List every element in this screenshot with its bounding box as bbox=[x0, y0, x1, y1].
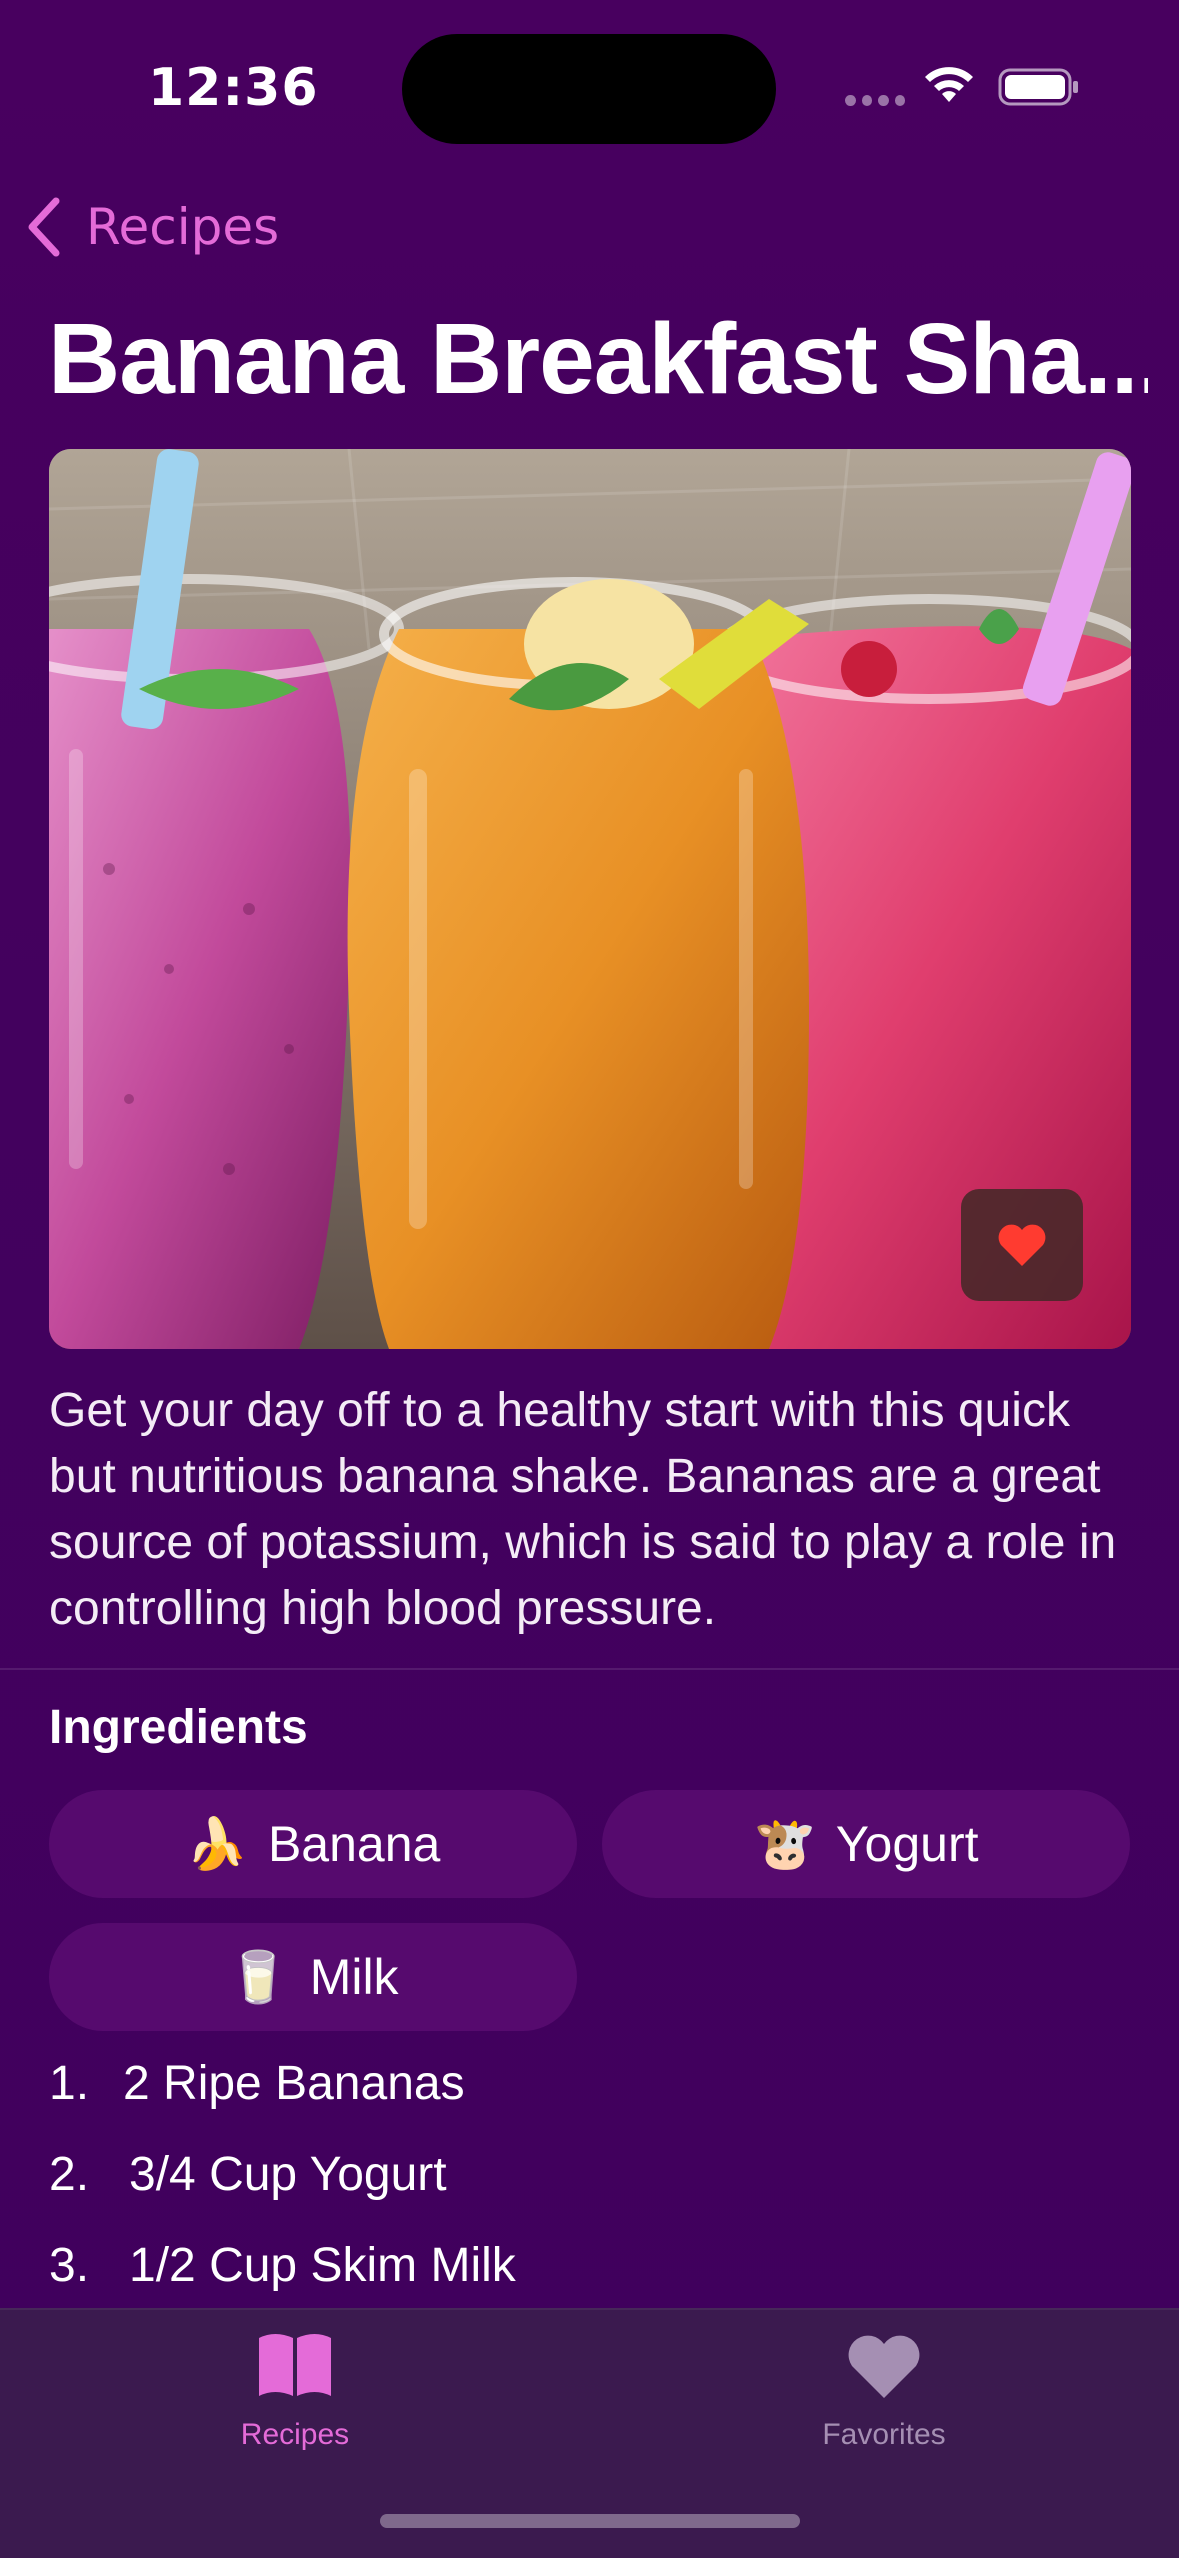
recipe-image bbox=[49, 449, 1131, 1349]
ingredient-chip-yogurt[interactable]: 🐮 Yogurt bbox=[602, 1790, 1130, 1898]
list-item-text: 2 Ripe Bananas bbox=[123, 2057, 465, 2110]
tab-label: Favorites bbox=[822, 2418, 946, 2451]
list-item: 2. 3/4 Cup Yogurt bbox=[49, 2147, 516, 2238]
recipe-description: Get your day off to a healthy start with… bbox=[49, 1384, 1117, 1635]
list-item-number: 1. bbox=[49, 2057, 90, 2110]
tab-favorites[interactable]: Favorites bbox=[734, 2330, 1034, 2480]
list-item: 1. 2 Ripe Bananas bbox=[49, 2056, 516, 2147]
status-time: 12:36 bbox=[148, 58, 319, 118]
chip-label: Banana bbox=[267, 1816, 441, 1872]
heart-icon bbox=[848, 2335, 920, 2398]
tab-label: Recipes bbox=[240, 2418, 350, 2451]
cow-icon: 🐮 bbox=[753, 1816, 816, 1872]
wifi-icon bbox=[925, 67, 973, 102]
list-item-number: 3. bbox=[49, 2239, 90, 2292]
list-item-number: 2. bbox=[49, 2148, 90, 2201]
recipe-detail-screen: 12:36 Recipes Banana Breakfast Sha... Ge… bbox=[0, 0, 1179, 2558]
page-title: Banana Breakfast Sha... bbox=[48, 303, 1148, 415]
banana-icon: 🍌 bbox=[185, 1816, 248, 1872]
cellular-signal-icon bbox=[845, 95, 905, 107]
dynamic-island bbox=[402, 34, 776, 144]
back-button-label: Recipes bbox=[86, 198, 280, 256]
book-icon bbox=[259, 2334, 331, 2396]
ingredient-chip-milk[interactable]: 🥛 Milk bbox=[49, 1923, 577, 2031]
list-item-text: 1/2 Cup Skim Milk bbox=[129, 2239, 516, 2292]
back-button[interactable]: Recipes bbox=[26, 192, 279, 262]
list-item-text: 3/4 Cup Yogurt bbox=[129, 2148, 447, 2201]
battery-full-icon bbox=[998, 68, 1078, 106]
favorite-toggle[interactable] bbox=[961, 1189, 1083, 1301]
milk-glass-icon: 🥛 bbox=[227, 1949, 290, 2005]
chip-label: Milk bbox=[309, 1949, 399, 2005]
chevron-left-icon bbox=[28, 197, 60, 257]
ingredient-chip-banana[interactable]: 🍌 Banana bbox=[49, 1790, 577, 1898]
heart-filled-icon bbox=[998, 1224, 1046, 1266]
divider bbox=[0, 1668, 1179, 1670]
ingredient-list: 1. 2 Ripe Bananas 2. 3/4 Cup Yogurt 3. 1… bbox=[49, 2056, 516, 2329]
chip-label: Yogurt bbox=[835, 1816, 979, 1872]
status-bar: 12:36 bbox=[0, 0, 1179, 160]
home-indicator bbox=[380, 2514, 800, 2528]
ingredients-title: Ingredients bbox=[49, 1701, 308, 1754]
tab-recipes[interactable]: Recipes bbox=[145, 2330, 445, 2480]
